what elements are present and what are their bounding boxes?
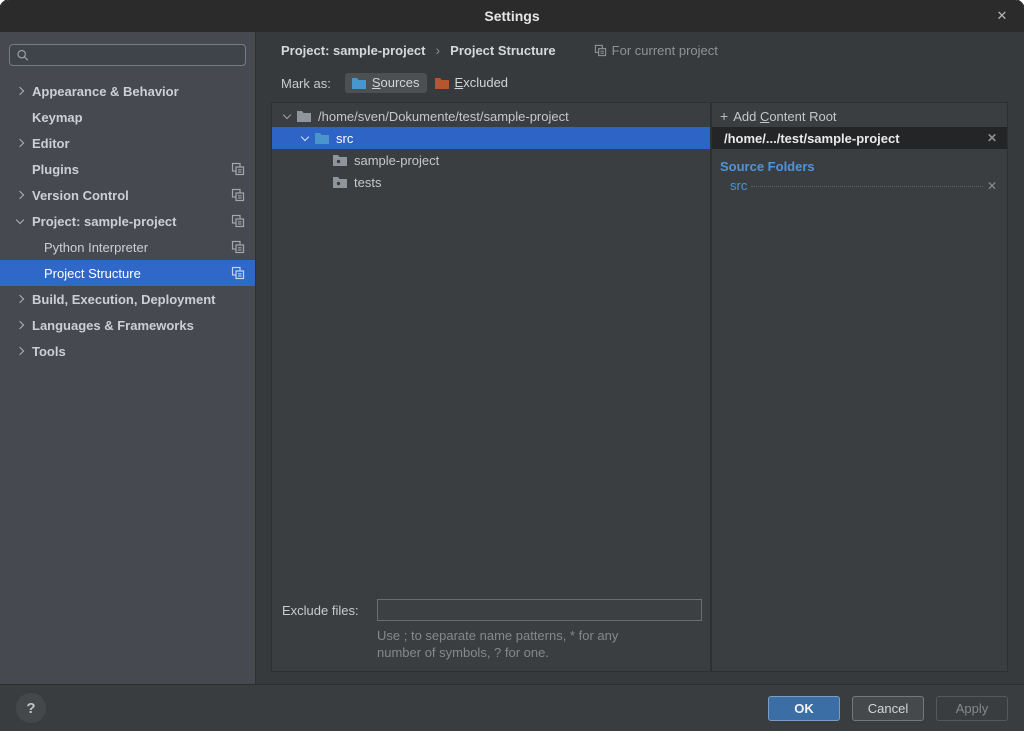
cancel-button[interactable]: Cancel: [852, 696, 924, 721]
source-folder-icon: [314, 131, 330, 145]
help-button[interactable]: ?: [16, 693, 46, 723]
sidebar-item-python-interpreter[interactable]: Python Interpreter: [0, 234, 255, 260]
search-input[interactable]: [30, 48, 239, 63]
project-level-icon: [594, 44, 607, 57]
search-icon: [16, 48, 30, 63]
mark-as-label: Mark as:: [281, 76, 331, 91]
remove-content-root-icon[interactable]: ✕: [987, 131, 997, 145]
directory-tree-panel: /home/sven/Dokumente/test/sample-project…: [272, 103, 712, 671]
plus-icon: +: [720, 108, 728, 124]
project-level-icon: [231, 214, 245, 228]
folder-icon: [332, 175, 348, 189]
sidebar-item-build-execution-deployment[interactable]: Build, Execution, Deployment: [0, 286, 255, 312]
breadcrumb-separator: ›: [436, 42, 441, 58]
titlebar: Settings ✕: [0, 0, 1024, 32]
chevron-right-icon[interactable]: [12, 348, 28, 354]
chevron-down-icon[interactable]: [12, 219, 28, 223]
settings-content: Project: sample-project › Project Struct…: [256, 32, 1024, 684]
mark-sources-button[interactable]: Sources: [345, 73, 427, 93]
tree-row-content-root[interactable]: /home/sven/Dokumente/test/sample-project: [272, 105, 710, 127]
chevron-right-icon[interactable]: [12, 88, 28, 94]
mark-as-toolbar: Mark as: Sources Excluded: [256, 68, 1024, 98]
tree-row-tests[interactable]: tests: [272, 171, 710, 193]
tree-row-src[interactable]: src: [272, 127, 710, 149]
project-level-icon: [231, 188, 245, 202]
scope-label: For current project: [612, 43, 718, 58]
close-icon[interactable]: ✕: [990, 0, 1014, 32]
chevron-right-icon[interactable]: [12, 296, 28, 302]
sidebar-item-project-sample-project[interactable]: Project: sample-project: [0, 208, 255, 234]
add-content-root-button[interactable]: + Add Content Root: [712, 105, 1007, 127]
chevron-down-icon[interactable]: [296, 136, 314, 140]
directory-tree: /home/sven/Dokumente/test/sample-project…: [272, 103, 710, 193]
settings-sidebar: Appearance & Behavior Keymap Editor Plug…: [0, 32, 256, 684]
sources-folder-icon: [351, 76, 367, 90]
structure-panels: /home/sven/Dokumente/test/sample-project…: [271, 102, 1008, 672]
source-folder-row[interactable]: src ✕: [730, 178, 997, 193]
sidebar-item-plugins[interactable]: Plugins: [0, 156, 255, 182]
sidebar-item-project-structure[interactable]: Project Structure: [0, 260, 255, 286]
sidebar-item-keymap[interactable]: Keymap: [0, 104, 255, 130]
page-title: Project Structure: [450, 43, 555, 58]
remove-source-folder-icon[interactable]: ✕: [987, 179, 997, 193]
chevron-right-icon[interactable]: [12, 192, 28, 198]
ok-button[interactable]: OK: [768, 696, 840, 721]
source-folder-link[interactable]: src: [730, 178, 747, 193]
dialog-title: Settings: [484, 8, 539, 24]
breadcrumb: Project: sample-project › Project Struct…: [256, 32, 1024, 68]
content-roots-panel: + Add Content Root /home/.../test/sample…: [712, 103, 1007, 671]
source-folders-heading: Source Folders: [720, 159, 1007, 174]
project-level-icon: [231, 240, 245, 254]
exclude-files-section: Exclude files: Use ; to separate name pa…: [272, 595, 710, 671]
content-root-path: /home/.../test/sample-project: [724, 131, 900, 146]
exclude-files-input[interactable]: [377, 599, 702, 621]
sidebar-item-languages-frameworks[interactable]: Languages & Frameworks: [0, 312, 255, 338]
chevron-right-icon[interactable]: [12, 140, 28, 146]
chevron-right-icon[interactable]: [12, 322, 28, 328]
sidebar-item-tools[interactable]: Tools: [0, 338, 255, 364]
sidebar-item-appearance-behavior[interactable]: Appearance & Behavior: [0, 78, 255, 104]
folder-icon: [296, 109, 312, 123]
question-icon: ?: [26, 700, 35, 717]
dotted-leader: [751, 186, 983, 187]
folder-icon: [332, 153, 348, 167]
sidebar-item-version-control[interactable]: Version Control: [0, 182, 255, 208]
scope-indicator: For current project: [594, 43, 718, 58]
apply-button[interactable]: Apply: [936, 696, 1008, 721]
project-level-icon: [231, 162, 245, 176]
content-root-row[interactable]: /home/.../test/sample-project ✕: [712, 127, 1007, 149]
dialog-footer: ? OK Cancel Apply: [0, 684, 1024, 731]
mark-excluded-button[interactable]: Excluded: [428, 73, 515, 93]
project-level-icon: [231, 266, 245, 280]
chevron-down-icon[interactable]: [278, 114, 296, 118]
sidebar-search[interactable]: [9, 44, 246, 66]
exclude-files-hint: Use ; to separate name patterns, * for a…: [377, 627, 702, 661]
exclude-files-label: Exclude files:: [282, 603, 377, 618]
sidebar-item-editor[interactable]: Editor: [0, 130, 255, 156]
excluded-folder-icon: [434, 76, 450, 90]
breadcrumb-project: Project: sample-project: [281, 43, 426, 58]
settings-dialog: Settings ✕ Appearance & Behavior Keymap …: [0, 0, 1024, 731]
tree-row-sample-project[interactable]: sample-project: [272, 149, 710, 171]
